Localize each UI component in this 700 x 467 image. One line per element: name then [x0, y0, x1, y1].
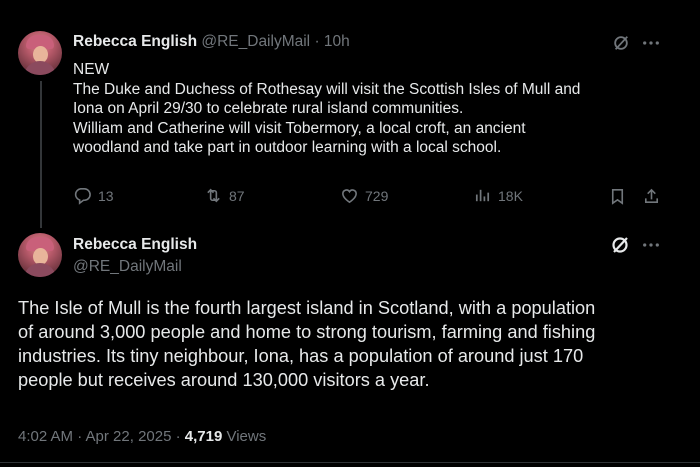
- like-icon: [342, 189, 357, 204]
- repost-count: 87: [229, 187, 245, 204]
- avatar-body: [24, 263, 56, 277]
- reply-count: 13: [98, 187, 114, 204]
- tweet-line: William and Catherine will visit Tobermo…: [73, 119, 526, 137]
- views-count: 4,719: [184, 428, 223, 445]
- like-button[interactable]: 729: [340, 186, 388, 205]
- post-time[interactable]: 10h: [324, 33, 350, 50]
- thread-line: [40, 81, 42, 228]
- tweet-line: industries. Its tiny neighbour, Iona, ha…: [18, 346, 584, 366]
- views-button[interactable]: 18K: [473, 186, 523, 205]
- views-icon: [475, 189, 490, 202]
- time-separator: ·: [314, 33, 320, 50]
- tweet-line: The Isle of Mull is the fourth largest i…: [18, 298, 596, 318]
- author-handle[interactable]: @RE_DailyMail: [73, 258, 182, 276]
- grok-icon[interactable]: [611, 33, 631, 53]
- reply-icon: [74, 188, 91, 205]
- tweet1-body: NEW The Duke and Duchess of Rothesay wil…: [73, 60, 683, 158]
- views-count: 18K: [498, 187, 523, 204]
- repost-icon: [207, 188, 220, 203]
- share-icon[interactable]: [640, 186, 662, 206]
- author-name[interactable]: Rebecca English: [73, 236, 197, 254]
- author-name[interactable]: Rebecca English: [73, 33, 197, 50]
- post-metadata: 4:02 AM · Apr 22, 2025 · 4,719 Views: [18, 428, 266, 445]
- tweet-line: Iona on April 29/30 to celebrate rural i…: [73, 100, 464, 117]
- bookmark-icon[interactable]: [606, 186, 628, 206]
- like-count: 729: [365, 187, 389, 204]
- avatar[interactable]: [18, 31, 62, 75]
- views-label: Views: [222, 428, 267, 445]
- tweet1-header: Rebecca English @RE_DailyMail · 10h: [73, 33, 350, 51]
- tweet-line: people but receives around 130,000 visit…: [18, 370, 430, 390]
- author-handle[interactable]: @RE_DailyMail: [201, 33, 310, 50]
- more-icon[interactable]: [640, 235, 662, 255]
- divider: [0, 462, 700, 463]
- tweet-line: The Duke and Duchess of Rothesay will vi…: [73, 80, 581, 98]
- grok-icon[interactable]: [609, 234, 631, 256]
- reply-button[interactable]: 13: [73, 186, 114, 205]
- repost-button[interactable]: 87: [204, 186, 245, 205]
- tweet2-body: The Isle of Mull is the fourth largest i…: [18, 296, 688, 392]
- more-icon[interactable]: [640, 33, 662, 53]
- tweet-line: of around 3,000 people and home to stron…: [18, 322, 596, 342]
- tweet-line: NEW: [73, 61, 110, 78]
- tweet-line: woodland and take part in outdoor learni…: [73, 139, 502, 156]
- avatar-body: [24, 61, 56, 75]
- post-timestamp[interactable]: 4:02 AM · Apr 22, 2025 ·: [18, 428, 185, 445]
- avatar[interactable]: [18, 233, 62, 277]
